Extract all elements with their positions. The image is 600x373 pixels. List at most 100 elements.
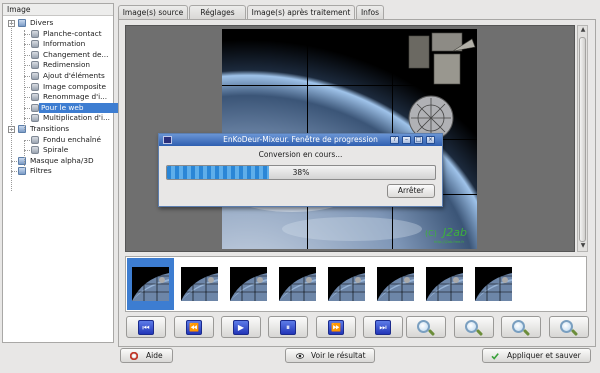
item-icon [31, 114, 39, 123]
tree-item-label: Planche-contact [43, 28, 102, 38]
tree-item-label: Transitions [30, 124, 70, 133]
minimize-icon[interactable]: – [402, 136, 411, 144]
thumbnail[interactable] [475, 267, 512, 301]
item-icon [31, 135, 39, 144]
tree-item[interactable]: Pour le web [39, 102, 119, 113]
thumbnail[interactable] [132, 267, 169, 301]
zoom-fit-button[interactable] [454, 316, 494, 338]
tree-item[interactable]: Changement de... [3, 50, 111, 60]
tab-3[interactable]: Infos [356, 5, 384, 19]
item-icon [31, 103, 39, 112]
tree-item[interactable]: Multiplication d'i... [3, 113, 111, 123]
close-icon[interactable]: × [426, 136, 435, 144]
item-icon [31, 29, 39, 38]
app-icon [163, 136, 172, 144]
apply-save-label: Appliquer et sauver [507, 351, 581, 360]
apply-save-button[interactable]: Appliquer et sauver [482, 348, 591, 363]
scroll-up-icon[interactable]: ▲ [579, 26, 587, 34]
magnifier-handle [427, 328, 436, 337]
zoom-out-button[interactable] [549, 316, 589, 338]
tree-item[interactable]: Redimension [3, 60, 111, 70]
thumbnail-strip [125, 256, 587, 312]
thumbnail[interactable] [181, 267, 218, 301]
tree-item[interactable]: Planche-contact [3, 29, 111, 39]
lifebuoy-icon [130, 352, 138, 360]
tab-2[interactable]: Image(s) après traitement [247, 5, 355, 20]
pause-icon: ⏸ [280, 320, 296, 335]
watermark-copyright: (C) [425, 229, 437, 238]
magnifier-handle [522, 328, 531, 337]
item-icon [31, 93, 39, 102]
thumbnail[interactable] [377, 267, 414, 301]
first-frame-button[interactable]: ⏮ [126, 316, 166, 338]
category-tree[interactable]: Image Divers − Planche-contact Information C… [2, 3, 119, 343]
play-icon: ▶ [233, 320, 249, 335]
thumbnail[interactable] [230, 267, 267, 301]
stop-button[interactable]: Arrêter [387, 184, 435, 198]
tree-item-label: Divers [30, 18, 54, 27]
item-icon [31, 82, 39, 91]
tree-item-label: Redimension [43, 60, 91, 70]
item-icon [31, 146, 39, 155]
progress-dialog: EnKoDeur-Mixeur. Fenêtre de progression … [158, 133, 443, 207]
tree-item-label: Spirale [43, 145, 69, 155]
last-frame-button[interactable]: ⏭ [363, 316, 403, 338]
tree-header: Image [3, 4, 113, 16]
scroll-down-icon[interactable]: ▼ [579, 242, 587, 250]
tree-item[interactable]: Spirale [3, 145, 111, 155]
scrollbar-thumb[interactable] [579, 37, 586, 242]
tree-item-label: Image composite [43, 81, 107, 91]
watermark-url: http://j2ab.free.fr [434, 240, 465, 244]
zoom-in-button[interactable] [501, 316, 541, 338]
checkmark-icon [491, 353, 499, 360]
tree-item[interactable]: Ajout d'éléments [3, 71, 111, 81]
help-icon[interactable]: ? [390, 136, 399, 144]
play-button[interactable]: ▶ [221, 316, 261, 338]
watermark-brand: J2ab [443, 226, 467, 239]
help-label: Aide [146, 351, 163, 360]
rewind-button[interactable]: ⏪ [174, 316, 214, 338]
tree-item[interactable]: Renommage d'i... [3, 92, 111, 102]
first-frame-icon: ⏮ [138, 320, 154, 335]
rewind-icon: ⏪ [186, 320, 202, 335]
maximize-icon[interactable]: □ [414, 136, 423, 144]
tree-item-label: Masque alpha/3D [30, 155, 94, 165]
viewer-scrollbar[interactable]: ▲ ▼ [577, 25, 588, 252]
dialog-titlebar[interactable]: EnKoDeur-Mixeur. Fenêtre de progression … [159, 134, 442, 146]
eye-icon [296, 353, 304, 359]
tab-1[interactable]: Réglages [189, 5, 246, 19]
tree-item[interactable]: Image composite [3, 82, 111, 92]
folder-icon [18, 167, 26, 176]
item-icon [31, 72, 39, 80]
tree-item-label: Changement de... [43, 49, 109, 59]
thumbnail[interactable] [328, 267, 365, 301]
item-icon [31, 61, 39, 70]
fast-forward-icon: ⏩ [328, 320, 344, 335]
tree-item-label: Information [43, 39, 86, 49]
magnifier-handle [475, 328, 484, 337]
last-frame-icon: ⏭ [375, 320, 391, 335]
help-button[interactable]: Aide [120, 348, 173, 363]
item-icon [31, 50, 39, 59]
tree-item-label: Ajout d'éléments [43, 71, 105, 80]
tab-0[interactable]: Image(s) source [118, 5, 188, 19]
view-result-label: Voir le résultat [311, 351, 366, 360]
tree-item[interactable]: Fondu enchaîné [3, 135, 111, 145]
progress-message: Conversion en cours... [258, 150, 343, 159]
item-icon [31, 40, 39, 49]
zoom-button[interactable] [406, 316, 446, 338]
thumbnail[interactable] [426, 267, 463, 301]
tree-item-label: Multiplication d'i... [43, 113, 110, 123]
magnifier-handle [570, 328, 579, 337]
tree-item-label: Pour le web [41, 102, 84, 112]
tree-item-label: Renommage d'i... [43, 92, 108, 102]
progress-bar: 38% [166, 165, 436, 180]
tree-item-label: Fondu enchaîné [43, 134, 101, 144]
fast-forward-button[interactable]: ⏩ [316, 316, 356, 338]
tree-item-label: Filtres [30, 166, 52, 176]
pause-button[interactable]: ⏸ [268, 316, 308, 338]
folder-icon [18, 19, 26, 27]
thumbnail[interactable] [279, 267, 316, 301]
tree-item[interactable]: Information [3, 39, 111, 49]
view-result-button[interactable]: Voir le résultat [285, 348, 375, 363]
